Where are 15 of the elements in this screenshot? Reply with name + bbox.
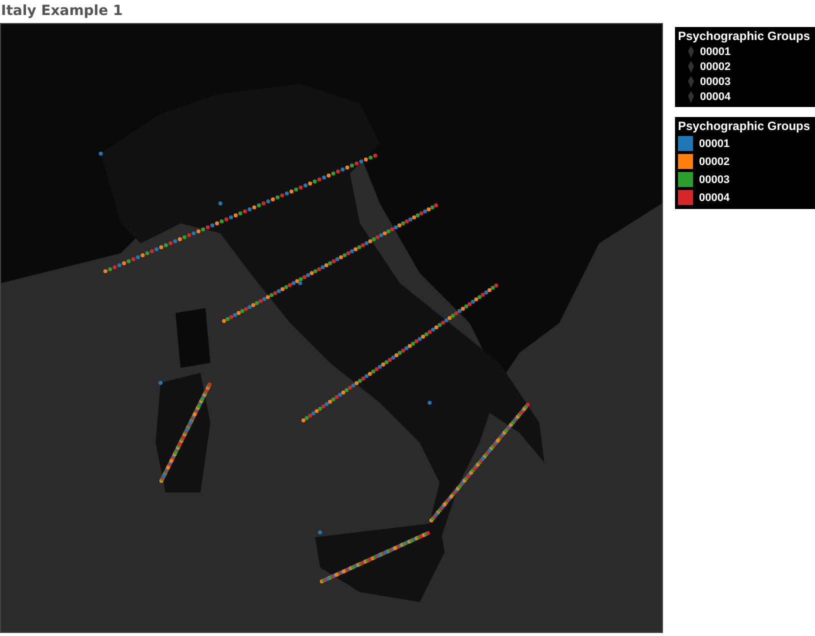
legend-label: 00001 bbox=[700, 46, 731, 58]
dashboard-title: Italy Example 1 bbox=[0, 2, 124, 21]
pin-icon bbox=[688, 91, 694, 103]
pin-icon bbox=[688, 61, 694, 73]
legend-label: 00002 bbox=[699, 156, 730, 168]
legend-label: 00003 bbox=[700, 76, 731, 88]
legend-label: 00004 bbox=[699, 192, 730, 204]
pin-icon bbox=[688, 76, 694, 88]
pin-icon bbox=[688, 46, 694, 58]
legend-title: Psychographic Groups bbox=[678, 119, 812, 133]
legend-label: 00003 bbox=[699, 174, 730, 186]
legend-label: 00001 bbox=[699, 138, 730, 150]
legend-label: 00004 bbox=[700, 91, 731, 103]
legend-label: 00002 bbox=[700, 61, 731, 73]
legend-title: Psychographic Groups bbox=[678, 29, 812, 43]
